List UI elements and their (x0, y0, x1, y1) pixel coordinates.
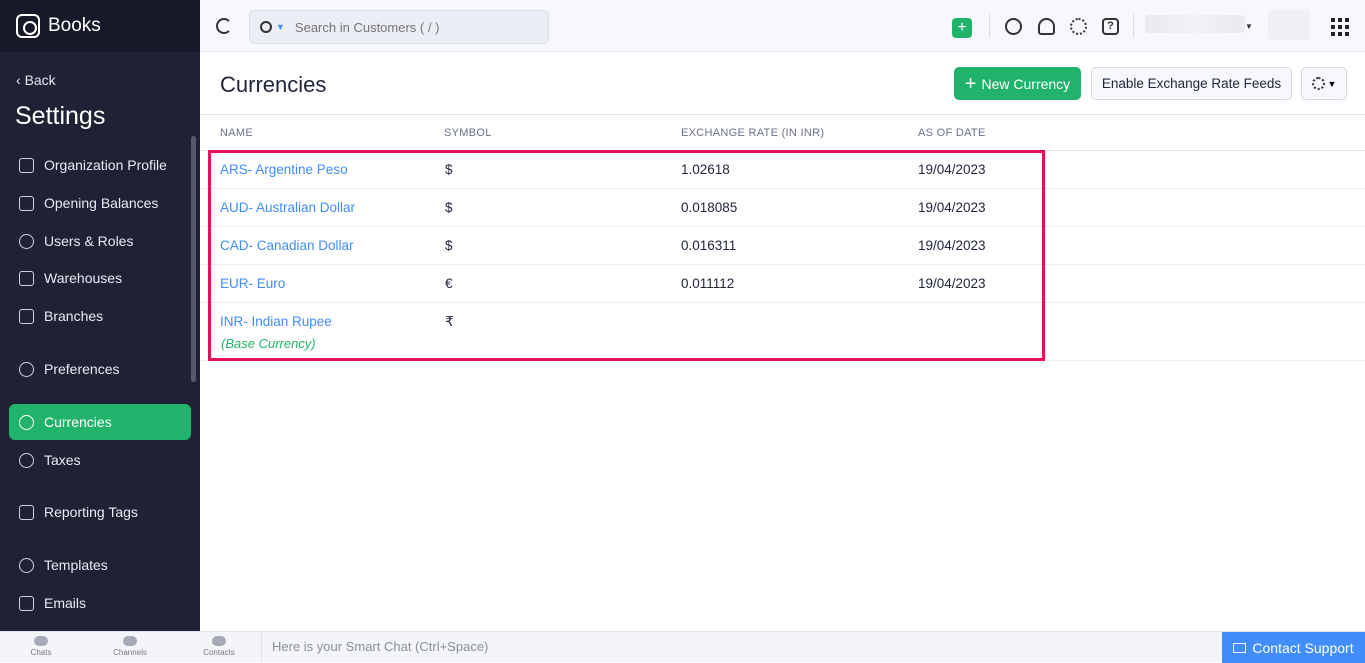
column-header-symbol: SYMBOL (444, 127, 492, 139)
sidebar-item-templates[interactable]: Templates (9, 547, 191, 583)
sidebar-scrollbar[interactable] (191, 136, 196, 382)
sidebar-item-reporting-tags[interactable]: Reporting Tags (9, 494, 191, 530)
sidebar-item-label: Currencies (44, 414, 112, 430)
back-label: Back (24, 72, 56, 88)
contact-support-label: Contact Support (1252, 639, 1354, 656)
branch-icon (19, 308, 34, 324)
gear-icon[interactable] (1070, 18, 1087, 35)
currency-icon (19, 414, 34, 430)
refer-users-icon[interactable] (1005, 18, 1022, 35)
page-title: Currencies (220, 72, 327, 97)
organization-name-blurred[interactable] (1145, 15, 1245, 33)
sidebar-item-label: Organization Profile (44, 157, 167, 173)
table-header: NAME SYMBOL EXCHANGE RATE (IN INR) AS OF… (200, 114, 1365, 151)
channels-button[interactable]: Channels (100, 636, 160, 657)
ledger-icon (19, 195, 34, 211)
sidebar: Books ‹ Back Settings Organization Profi… (0, 0, 200, 631)
back-link[interactable]: ‹ Back (16, 72, 56, 88)
divider (1133, 14, 1134, 38)
sidebar-item-label: Templates (44, 557, 108, 573)
gear-icon (1311, 77, 1325, 90)
channels-label: Channels (113, 648, 147, 657)
contact-person-icon (212, 636, 226, 646)
users-icon (19, 233, 34, 249)
app-grid-icon[interactable] (1331, 18, 1349, 36)
chevron-down-icon: ▼ (1327, 78, 1337, 89)
chevron-down-icon[interactable]: ▼ (1245, 22, 1253, 31)
preferences-icon (19, 361, 34, 377)
column-header-name: NAME (220, 127, 253, 139)
bottom-bar: Chats Channels Contacts Here is your Sma… (0, 631, 1365, 663)
books-logo-icon (16, 14, 40, 38)
mail-icon (1233, 642, 1247, 653)
sidebar-item-label: Taxes (44, 452, 81, 468)
sidebar-item-label: Emails (44, 595, 87, 611)
app-name: Books (48, 15, 101, 36)
sidebar-item-organization-profile[interactable]: Organization Profile (9, 147, 191, 183)
contacts-label: Contacts (203, 648, 235, 657)
column-header-exchange-rate: EXCHANGE RATE (IN INR) (681, 127, 825, 139)
smart-chat-input[interactable]: Here is your Smart Chat (Ctrl+Space) (261, 632, 1221, 662)
tag-icon (19, 504, 34, 520)
sidebar-item-label: Reporting Tags (44, 504, 138, 520)
chat-bubble-icon (34, 636, 48, 646)
sidebar-item-label: Preferences (44, 361, 120, 377)
avatar[interactable] (1268, 10, 1310, 40)
warehouse-icon (19, 270, 34, 286)
settings-title: Settings (15, 102, 106, 130)
contact-support-button[interactable]: Contact Support (1222, 632, 1365, 663)
sidebar-item-currencies[interactable]: Currencies (9, 404, 191, 440)
search-box[interactable]: ▼ (249, 10, 549, 44)
sidebar-item-users-roles[interactable]: Users & Roles (9, 223, 191, 259)
search-input[interactable] (294, 19, 535, 35)
palette-icon (19, 557, 34, 573)
plus-icon: + (964, 72, 977, 95)
sidebar-item-label: Users & Roles (44, 233, 134, 249)
new-currency-label: New Currency (981, 75, 1071, 92)
percent-icon (19, 452, 34, 468)
main-content: Currencies + New Currency Enable Exchange… (200, 52, 1365, 631)
sidebar-item-taxes[interactable]: Taxes (9, 442, 191, 478)
sidebar-item-label: Opening Balances (44, 195, 159, 211)
help-icon[interactable]: ? (1102, 18, 1119, 35)
column-header-as-of-date: AS OF DATE (918, 127, 986, 139)
enable-exchange-rate-feeds-button[interactable]: Enable Exchange Rate Feeds (1091, 67, 1292, 100)
search-icon (260, 21, 272, 33)
sidebar-item-label: Branches (44, 308, 104, 324)
new-currency-button[interactable]: + New Currency (954, 67, 1081, 100)
top-bar: ▼ + ? ▼ (200, 0, 1365, 52)
sidebar-item-preferences[interactable]: Preferences (9, 351, 191, 387)
sidebar-item-warehouses[interactable]: Warehouses (9, 260, 191, 296)
sidebar-item-opening-balances[interactable]: Opening Balances (9, 185, 191, 221)
divider (989, 14, 990, 38)
highlight-box (208, 150, 1045, 361)
settings-dropdown-button[interactable]: ▼ (1301, 67, 1347, 100)
mail-icon (19, 595, 34, 611)
chevron-down-icon[interactable]: ▼ (276, 22, 285, 32)
sidebar-item-branches[interactable]: Branches (9, 298, 191, 334)
contacts-button[interactable]: Contacts (189, 636, 249, 657)
chats-label: Chats (30, 648, 52, 657)
group-icon (123, 636, 137, 646)
building-icon (19, 157, 34, 173)
bell-icon[interactable] (1038, 18, 1055, 35)
sidebar-item-label: Warehouses (44, 270, 123, 286)
quick-create-plus-icon[interactable]: + (952, 18, 972, 38)
recent-history-icon[interactable] (216, 18, 232, 34)
chats-button[interactable]: Chats (11, 636, 71, 657)
sidebar-item-emails[interactable]: Emails (9, 585, 191, 621)
app-brand[interactable]: Books (0, 0, 200, 52)
